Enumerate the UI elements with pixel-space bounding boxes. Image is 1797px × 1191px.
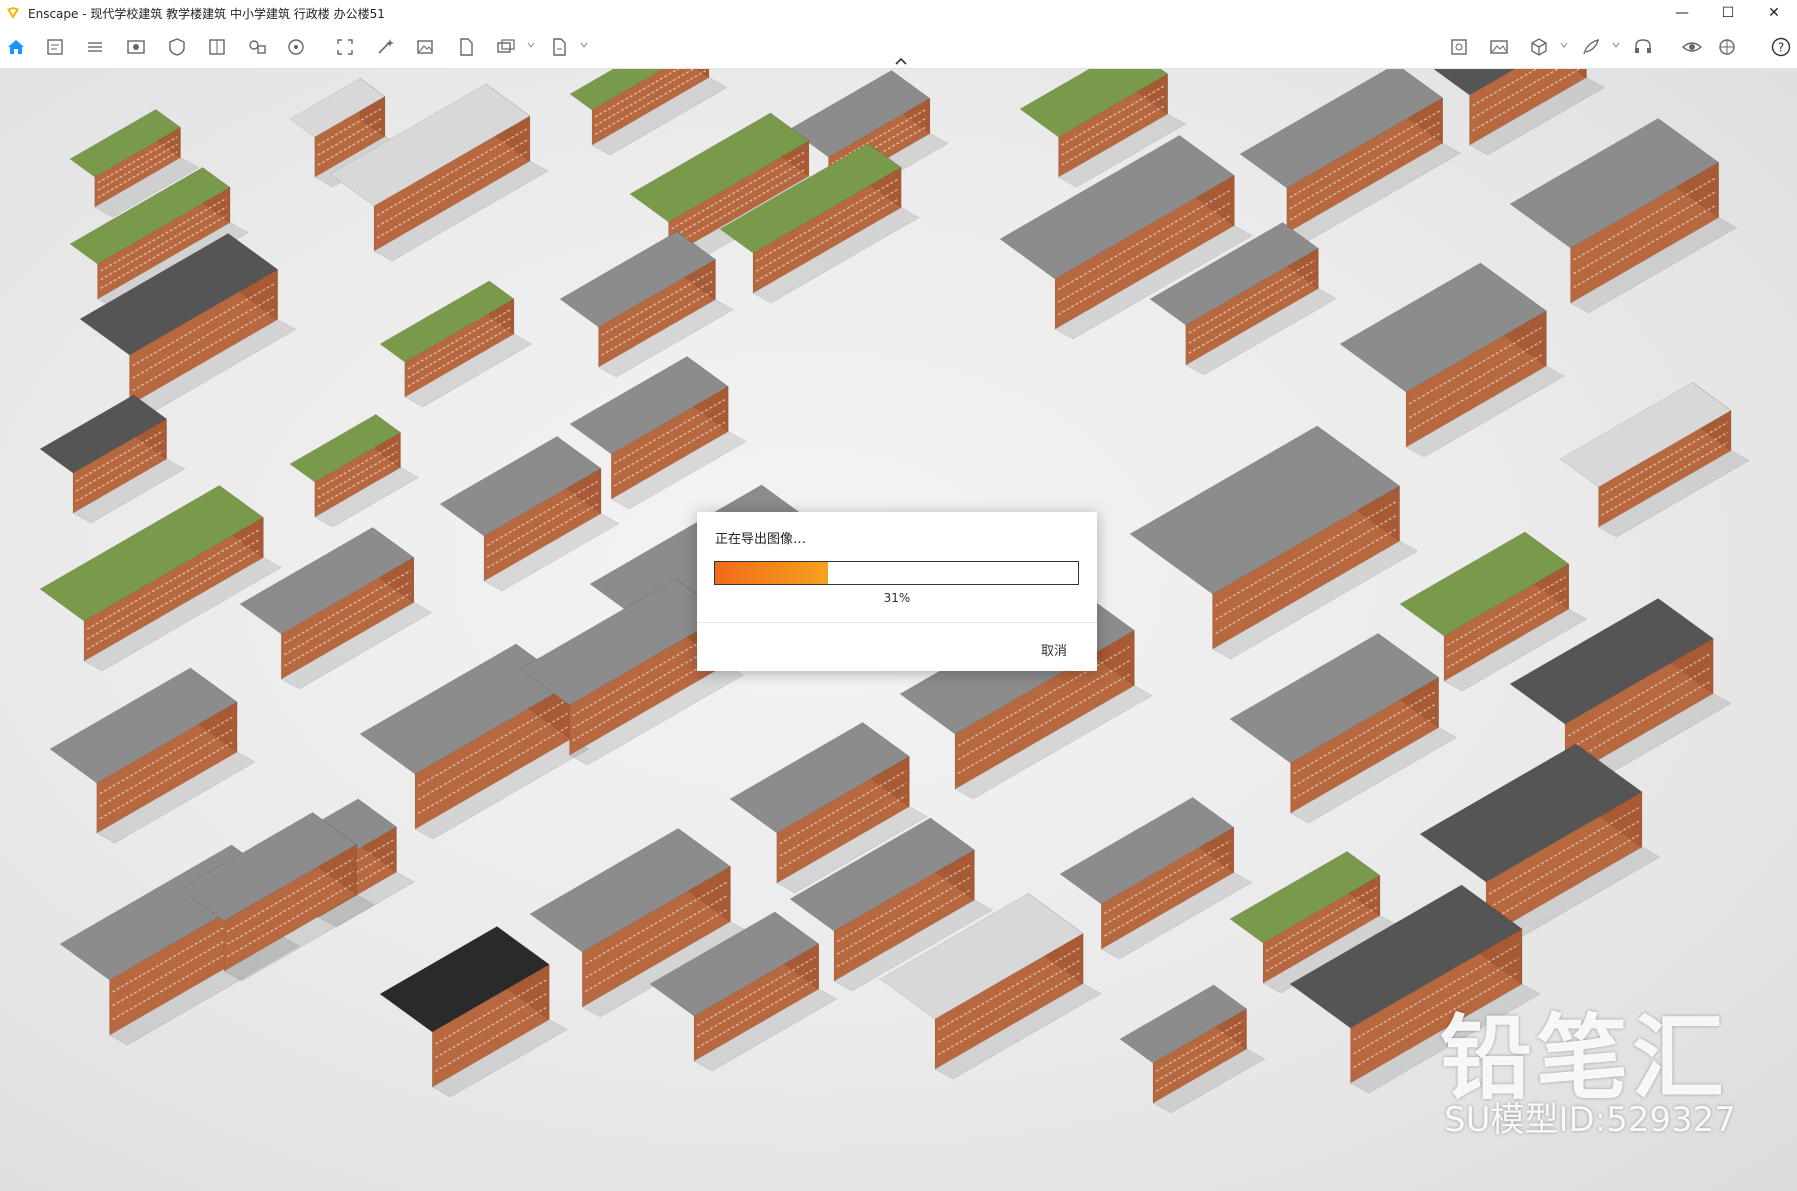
view-icon[interactable] <box>125 36 147 58</box>
maximize-button[interactable]: ☐ <box>1705 0 1751 26</box>
materials-icon[interactable] <box>1716 36 1738 58</box>
chevron-down-icon[interactable] <box>580 41 588 49</box>
video-editor-icon[interactable] <box>246 36 268 58</box>
chevron-down-icon[interactable] <box>1560 41 1568 49</box>
export-progress-dialog: 正在导出图像… 31% 取消 <box>697 512 1097 671</box>
settings-wand-icon[interactable] <box>374 36 396 58</box>
eye-icon[interactable] <box>1681 36 1703 58</box>
bim-icon[interactable] <box>84 36 106 58</box>
headset-icon[interactable] <box>1632 36 1654 58</box>
svg-text:?: ? <box>1778 41 1784 55</box>
minimize-button[interactable]: — <box>1659 0 1705 26</box>
export-icon[interactable] <box>548 36 570 58</box>
enscape-logo-icon <box>7 7 19 19</box>
cancel-button[interactable]: 取消 <box>1041 640 1067 659</box>
screenshot-icon[interactable] <box>1448 36 1470 58</box>
document-export-icon[interactable] <box>455 36 477 58</box>
batch-render-icon[interactable] <box>495 36 517 58</box>
title-bar: Enscape - 现代学校建筑 教学楼建筑 中小学建筑 行政楼 办公楼51 —… <box>0 0 1797 26</box>
collapse-toolbar-icon[interactable] <box>890 54 912 68</box>
help-icon: ? <box>1771 37 1791 57</box>
watermark-model-id: SU模型ID:529327 <box>1444 1100 1736 1140</box>
image-icon[interactable] <box>1488 36 1510 58</box>
chevron-down-icon[interactable] <box>1612 41 1620 49</box>
home-icon[interactable] <box>5 36 27 58</box>
toolbar: ? <box>0 26 1797 69</box>
panorama-icon[interactable] <box>285 36 307 58</box>
progress-bar <box>714 561 1079 585</box>
capture-icon[interactable] <box>334 36 356 58</box>
book-icon[interactable] <box>206 36 228 58</box>
close-button[interactable]: ✕ <box>1751 0 1797 26</box>
progress-percent: 31% <box>883 591 911 605</box>
feather-icon[interactable] <box>1580 36 1602 58</box>
image-export-icon[interactable] <box>414 36 436 58</box>
dialog-title: 正在导出图像… <box>715 532 807 547</box>
dialog-divider <box>697 622 1097 623</box>
help-button[interactable]: ? <box>1770 36 1792 58</box>
asset-library-icon[interactable] <box>44 36 66 58</box>
cube-icon[interactable] <box>1528 36 1550 58</box>
safe-frame-icon[interactable] <box>166 36 188 58</box>
window-title: Enscape - 现代学校建筑 教学楼建筑 中小学建筑 行政楼 办公楼51 <box>28 6 385 21</box>
progress-fill <box>715 562 828 584</box>
chevron-down-icon[interactable] <box>527 41 535 49</box>
